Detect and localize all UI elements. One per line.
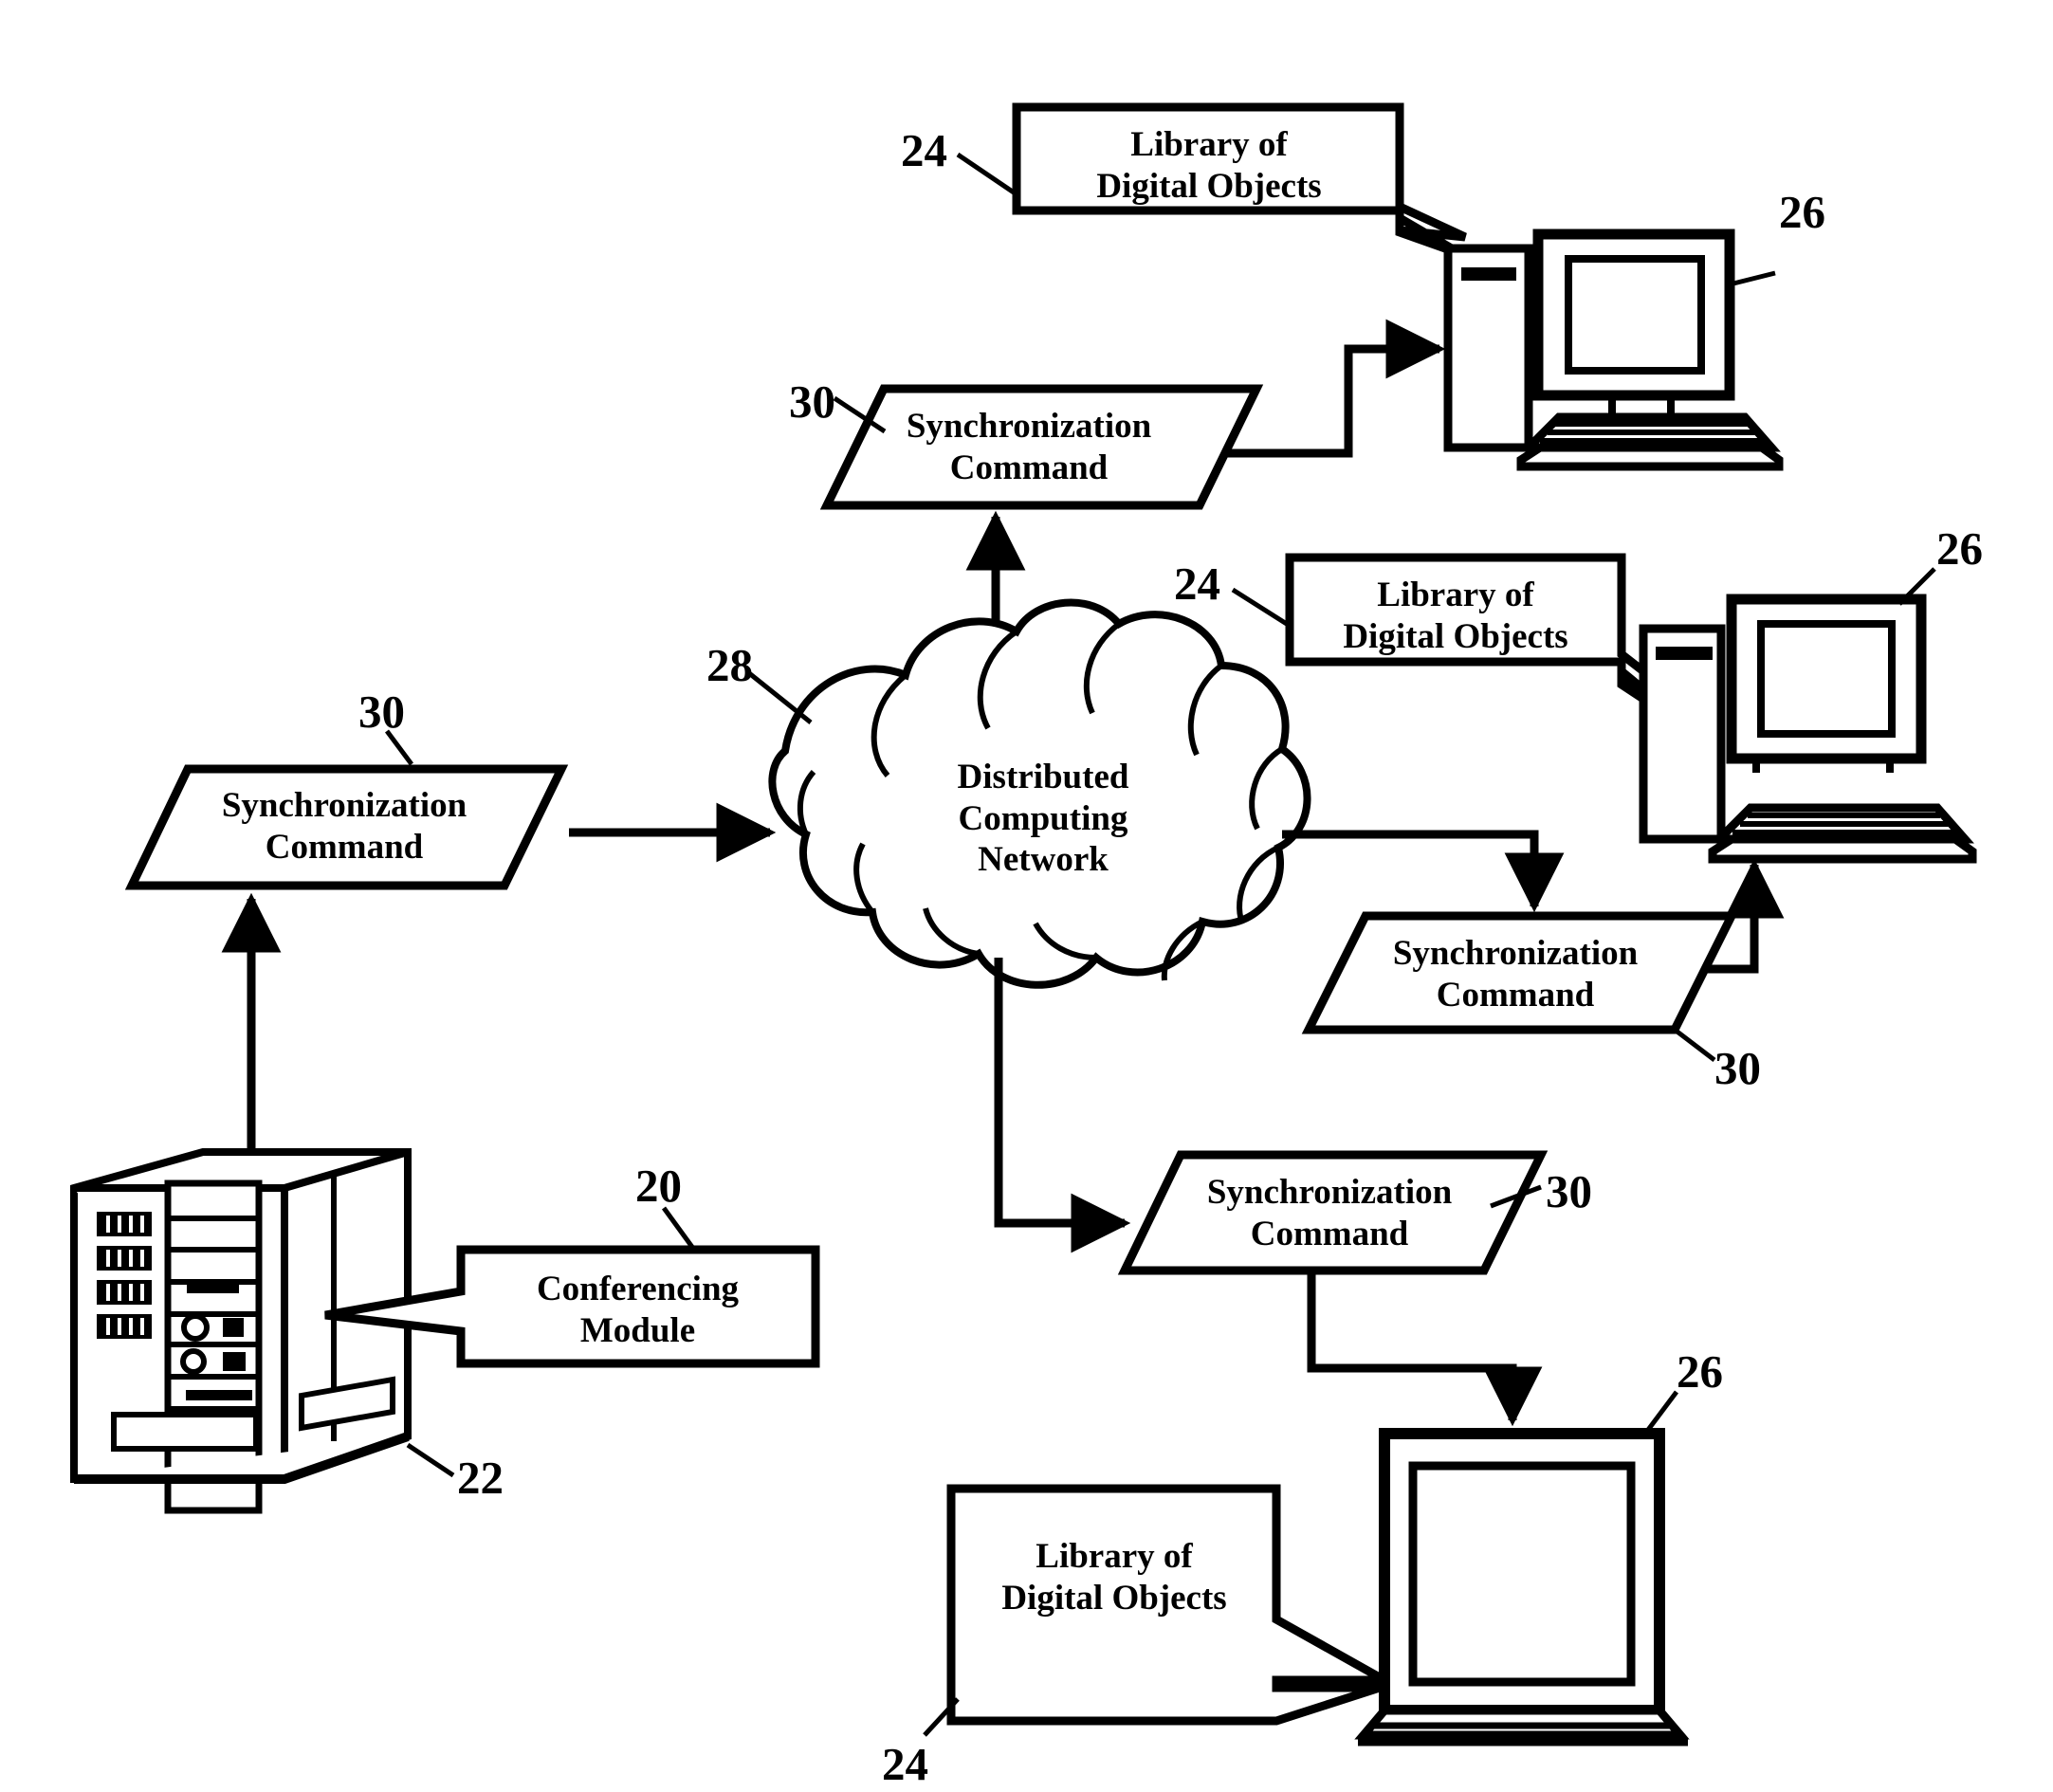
- connector-syncbottom-to-laptop: [1307, 1271, 1543, 1427]
- conferencing-module-line2: Module: [579, 1310, 696, 1350]
- sync-left-line1: Synchronization: [221, 786, 467, 825]
- sync-left-line2: Command: [265, 827, 424, 867]
- leader-26-top: [1729, 270, 1776, 287]
- sync-top-line1: Synchronization: [906, 407, 1152, 446]
- cloud-line3: Network: [978, 840, 1109, 880]
- leader-30-right: [1673, 1028, 1716, 1062]
- ref-30-top: 30: [789, 375, 835, 428]
- ref-30-right: 30: [1714, 1042, 1761, 1094]
- ref-24-bottom: 24: [882, 1738, 928, 1790]
- ref-30-left: 30: [358, 686, 405, 738]
- library-mid-label: Library of Digital Objects: [1299, 575, 1612, 657]
- sync-right-line1: Synchronization: [1392, 934, 1639, 973]
- leader-28: [747, 671, 813, 724]
- patent-figure: Library of Digital Objects 24 26 Synchro…: [0, 0, 2053, 1790]
- sync-bottom-line1: Synchronization: [1206, 1173, 1453, 1212]
- connector-cloud-to-syncbottom: [994, 958, 1131, 1253]
- library-bottom-line2: Digital Objects: [1001, 1578, 1227, 1618]
- sync-right-label: Synchronization Command: [1345, 933, 1686, 1015]
- ref-28: 28: [706, 639, 753, 691]
- server-tower-icon: [70, 1148, 412, 1514]
- leader-22: [406, 1442, 455, 1478]
- library-mid-line2: Digital Objects: [1343, 616, 1568, 656]
- sync-top-line2: Command: [949, 448, 1109, 487]
- library-top-line2: Digital Objects: [1096, 166, 1322, 206]
- ref-26-top: 26: [1779, 186, 1825, 238]
- laptop-computer-icon: [1354, 1428, 1690, 1746]
- ref-24-top: 24: [901, 124, 947, 176]
- sync-top-label: Synchronization Command: [858, 406, 1200, 488]
- leader-24-top: [956, 152, 1018, 197]
- cloud-label: Distributed Computing Network: [906, 757, 1181, 881]
- leader-20: [661, 1206, 697, 1252]
- sync-left-label: Synchronization Command: [174, 785, 515, 868]
- library-bottom-line1: Library of: [1036, 1537, 1193, 1576]
- ref-20: 20: [635, 1160, 682, 1212]
- ref-30-bottom: 30: [1546, 1165, 1592, 1217]
- conferencing-module-label: Conferencing Module: [465, 1269, 811, 1351]
- library-top-label: Library of Digital Objects: [1034, 124, 1384, 207]
- desktop-computer-top-icon: [1443, 229, 1784, 471]
- library-bottom-label: Library of Digital Objects: [958, 1536, 1271, 1618]
- cloud-line1: Distributed: [957, 758, 1129, 796]
- leader-26-bottom: [1643, 1390, 1678, 1435]
- sync-bottom-line2: Command: [1250, 1214, 1409, 1253]
- library-top-line1: Library of: [1130, 125, 1288, 164]
- ref-24-mid: 24: [1174, 558, 1220, 610]
- ref-26-mid: 26: [1936, 522, 1983, 575]
- sync-right-line2: Command: [1436, 975, 1595, 1015]
- connector-cloud-to-syncright: [1282, 830, 1565, 913]
- library-mid-line1: Library of: [1377, 576, 1534, 614]
- ref-22: 22: [457, 1452, 504, 1504]
- ref-26-bottom: 26: [1677, 1345, 1723, 1398]
- sync-bottom-label: Synchronization Command: [1159, 1172, 1500, 1254]
- conferencing-module-line1: Conferencing: [536, 1270, 740, 1308]
- leader-24-mid: [1231, 587, 1292, 629]
- cloud-line2: Computing: [958, 798, 1128, 838]
- desktop-computer-mid-icon: [1639, 594, 1977, 864]
